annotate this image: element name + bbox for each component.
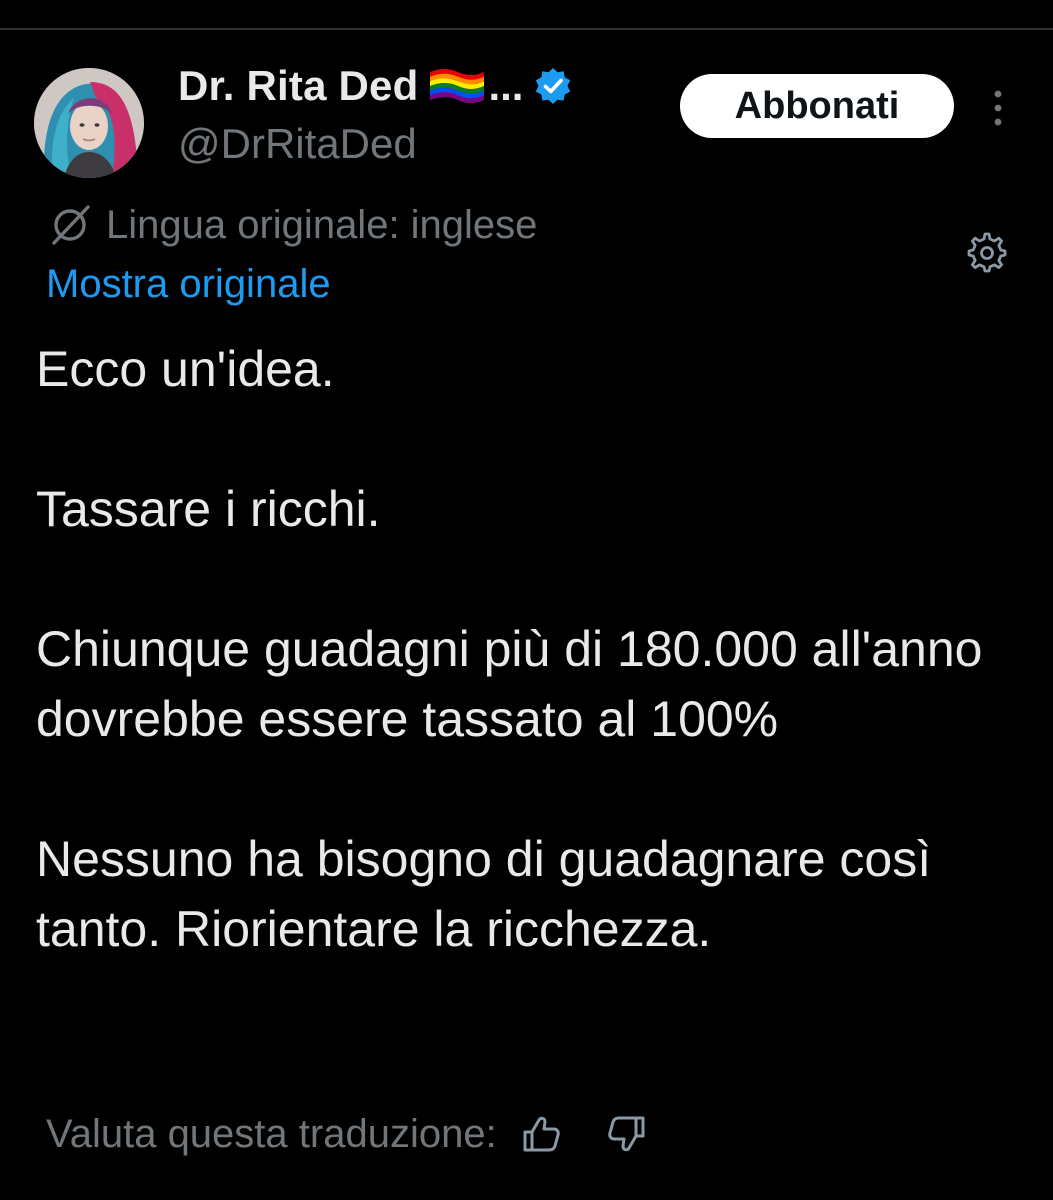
tweet-paragraph: Nessuno ha bisogno di guadagnare così ta… bbox=[36, 831, 932, 957]
avatar-image bbox=[34, 68, 144, 178]
original-language-label: Lingua originale: inglese bbox=[106, 202, 538, 247]
translate-icon bbox=[44, 203, 96, 247]
avatar[interactable] bbox=[34, 68, 144, 178]
subscribe-button[interactable]: Abbonati bbox=[680, 74, 954, 138]
tweet-paragraph: Tassare i ricchi. bbox=[36, 481, 381, 537]
tweet-paragraph: Ecco un'idea. bbox=[36, 341, 335, 397]
translation-info: Lingua originale: inglese bbox=[44, 200, 537, 250]
thumb-down-button[interactable] bbox=[605, 1112, 649, 1156]
top-divider bbox=[0, 0, 1053, 30]
tweet-paragraph: Chiunque guadagni più di 180.000 all'ann… bbox=[36, 621, 983, 747]
rate-translation-row: Valuta questa traduzione: bbox=[46, 1106, 649, 1162]
more-options-button[interactable] bbox=[984, 86, 1012, 130]
more-vertical-icon bbox=[994, 90, 1002, 126]
verified-badge-icon bbox=[533, 66, 573, 106]
tweet-text: Ecco un'idea. Tassare i ricchi. Chiunque… bbox=[36, 334, 1026, 964]
show-original-link[interactable]: Mostra originale bbox=[46, 262, 331, 307]
display-name[interactable]: Dr. Rita Ded bbox=[178, 62, 418, 110]
thumb-down-icon bbox=[607, 1116, 645, 1152]
name-truncation: ... bbox=[488, 62, 524, 109]
gear-icon[interactable] bbox=[966, 232, 1008, 274]
author-name-row[interactable]: Dr. Rita Ded ... bbox=[178, 58, 573, 114]
thumb-up-button[interactable] bbox=[519, 1112, 563, 1156]
thumb-up-icon bbox=[523, 1116, 560, 1152]
author-handle[interactable]: @DrRitaDed bbox=[178, 120, 417, 168]
rainbow-flag-icon bbox=[428, 66, 486, 106]
rate-translation-label: Valuta questa traduzione: bbox=[46, 1111, 497, 1156]
